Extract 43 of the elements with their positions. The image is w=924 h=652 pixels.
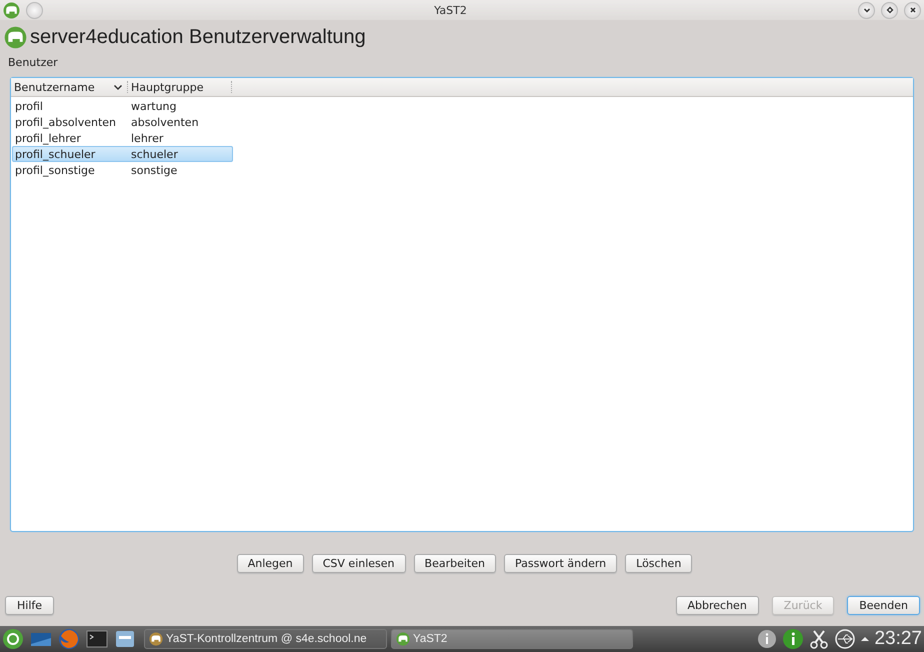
table-cell-text: profil_schueler	[14, 148, 96, 160]
diamond-icon	[884, 5, 894, 15]
info-icon[interactable]	[782, 628, 804, 650]
close-button[interactable]	[904, 2, 921, 18]
close-icon	[908, 5, 918, 15]
file-manager-icon[interactable]	[114, 628, 136, 650]
column-header[interactable]: Benutzername	[11, 81, 128, 93]
start-menu-icon[interactable]	[2, 628, 24, 650]
table-cell-text: profil_absolventen	[14, 116, 118, 128]
table-cell-text: sonstige	[130, 164, 178, 176]
action-button[interactable]: Anlegen	[236, 554, 304, 573]
terminal-icon[interactable]	[86, 628, 108, 650]
table-cell-text: wartung	[130, 100, 176, 112]
dialog-heading: server4education Benutzerverwaltung	[30, 26, 366, 48]
table-cell-text: profil_lehrer	[14, 132, 82, 144]
usb-icon[interactable]	[834, 628, 856, 650]
table-label: Benutzer	[8, 56, 59, 69]
action-button[interactable]: Bearbeiten	[414, 554, 496, 573]
scissors-icon[interactable]	[808, 628, 830, 650]
dialog-button[interactable]: Beenden	[847, 596, 920, 615]
clock: 23:27	[874, 628, 922, 650]
action-button[interactable]: CSV einlesen	[312, 554, 406, 573]
info-icon[interactable]	[756, 628, 778, 650]
table-cell-text: absolventen	[130, 116, 199, 128]
table-cell-text: lehrer	[130, 132, 164, 144]
window-title: YaST2	[434, 4, 467, 16]
column-header[interactable]: Hauptgruppe	[128, 81, 232, 93]
table-cell-text: profil	[14, 100, 44, 112]
table-row[interactable]: profil_schueler schueler	[12, 146, 233, 162]
action-button[interactable]: Passwort ändern	[504, 554, 618, 573]
table-cell-text: schueler	[130, 148, 178, 160]
task-button[interactable]: YaST-Kontrollzentrum @ s4e.school.ne	[144, 629, 387, 649]
table-row[interactable]: profil_absolventen absolventen	[12, 114, 233, 130]
expand-tray-icon[interactable]	[860, 634, 870, 644]
table-cell-text: profil_sonstige	[14, 164, 96, 176]
maximize-button[interactable]	[881, 2, 898, 18]
help-button[interactable]: Hilfe	[5, 596, 54, 615]
action-button[interactable]: Löschen	[625, 554, 692, 573]
table-row[interactable]: profil wartung	[12, 98, 233, 114]
dialog-button[interactable]: Abbrechen	[676, 596, 759, 615]
minimize-button[interactable]	[858, 2, 875, 18]
table-row[interactable]: profil_lehrer lehrer	[12, 130, 233, 146]
table-row[interactable]: profil_sonstige sonstige	[12, 162, 233, 178]
